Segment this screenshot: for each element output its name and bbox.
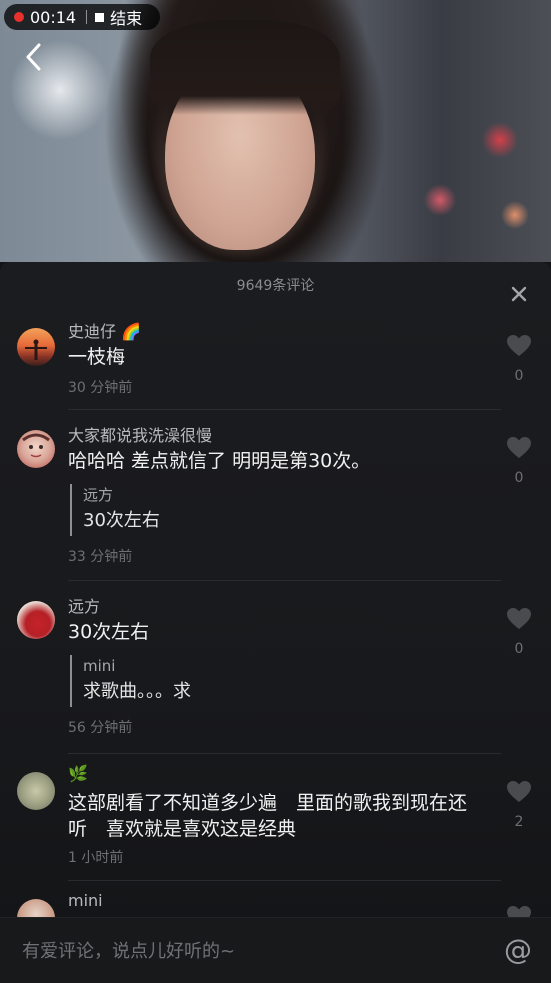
recording-status-pill[interactable]: 00:14 结束 — [4, 4, 160, 30]
comment-username[interactable]: 史迪仔 🌈 — [68, 318, 141, 342]
avatar[interactable] — [17, 328, 55, 366]
rainbow-emoji: 🌈 — [121, 322, 142, 341]
comment-sheet: 9649条评论 史迪仔 🌈 一枝梅 30 分钟前 0 大家都说我洗澡很慢 哈哈哈… — [0, 262, 551, 983]
heart-icon — [507, 437, 531, 458]
like-button[interactable]: 0 — [505, 607, 533, 657]
like-count: 0 — [514, 641, 524, 657]
comment-username[interactable]: 远方 — [68, 593, 100, 617]
quoted-reply: mini 求歌曲。。。求 — [70, 655, 191, 707]
like-count: 2 — [514, 814, 524, 830]
comment-text: 30次左右 — [68, 621, 150, 643]
heart-icon — [507, 781, 531, 802]
comment-item: 史迪仔 🌈 一枝梅 30 分钟前 0 — [0, 310, 551, 410]
reply-text: 求歌曲。。。求 — [83, 681, 191, 702]
pill-divider — [86, 10, 88, 24]
heart-icon — [507, 608, 531, 629]
comment-username[interactable]: mini — [68, 891, 103, 910]
mention-button[interactable]: @ — [503, 932, 533, 968]
comment-input-bar: @ — [0, 917, 551, 983]
avatar[interactable] — [17, 601, 55, 639]
avatar-face-icon — [22, 433, 50, 458]
comment-item: 🌿 这部剧看了不知道多少遍 里面的歌我到现在还听 喜欢就是喜欢这是经典 1 小时… — [0, 754, 551, 881]
like-count: 0 — [514, 368, 524, 384]
end-recording-label[interactable]: 结束 — [110, 5, 142, 29]
comment-item: 远方 30次左右 mini 求歌曲。。。求 56 分钟前 0 — [0, 581, 551, 754]
recording-time: 00:14 — [30, 7, 77, 27]
close-button[interactable] — [509, 276, 529, 302]
comment-time: 30 分钟前 — [68, 380, 133, 396]
close-icon — [511, 286, 527, 302]
chevron-left-icon — [26, 43, 41, 71]
like-button[interactable]: 0 — [505, 334, 533, 384]
avatar-figure-icon — [25, 339, 47, 360]
comment-text: 哈哈哈 差点就信了 明明是第30次。 — [68, 450, 371, 472]
back-button[interactable] — [18, 40, 48, 74]
comment-text: 这部剧看了不知道多少遍 里面的歌我到现在还听 喜欢就是喜欢这是经典 — [68, 792, 468, 840]
avatar[interactable] — [17, 430, 55, 468]
comment-count-title: 9649条评论 — [236, 278, 315, 294]
like-button[interactable]: 0 — [505, 436, 533, 486]
comment-item: 大家都说我洗澡很慢 哈哈哈 差点就信了 明明是第30次。 远方 30次左右 33… — [0, 410, 551, 581]
herb-emoji: 🌿 — [68, 764, 88, 783]
record-dot-icon — [14, 12, 24, 22]
like-button[interactable]: 2 — [505, 780, 533, 830]
comment-time: 56 分钟前 — [68, 720, 133, 736]
video-frame[interactable] — [0, 0, 551, 262]
heart-icon — [507, 335, 531, 356]
reply-username[interactable]: 远方 — [83, 484, 160, 506]
reply-text: 30次左右 — [83, 510, 160, 531]
avatar[interactable] — [17, 772, 55, 810]
sheet-header: 9649条评论 — [0, 262, 551, 310]
quoted-reply: 远方 30次左右 — [70, 484, 160, 536]
comment-username[interactable]: 大家都说我洗澡很慢 — [68, 422, 212, 446]
comment-time: 1 小时前 — [68, 850, 124, 866]
comment-text: 一枝梅 — [68, 346, 126, 368]
comment-input[interactable] — [22, 936, 462, 966]
comment-username[interactable]: 🌿 — [68, 764, 88, 783]
video-bangs-shape — [150, 20, 340, 115]
reply-username[interactable]: mini — [83, 655, 191, 677]
stop-icon — [95, 12, 105, 22]
like-count: 0 — [514, 470, 524, 486]
comment-time: 33 分钟前 — [68, 549, 133, 565]
